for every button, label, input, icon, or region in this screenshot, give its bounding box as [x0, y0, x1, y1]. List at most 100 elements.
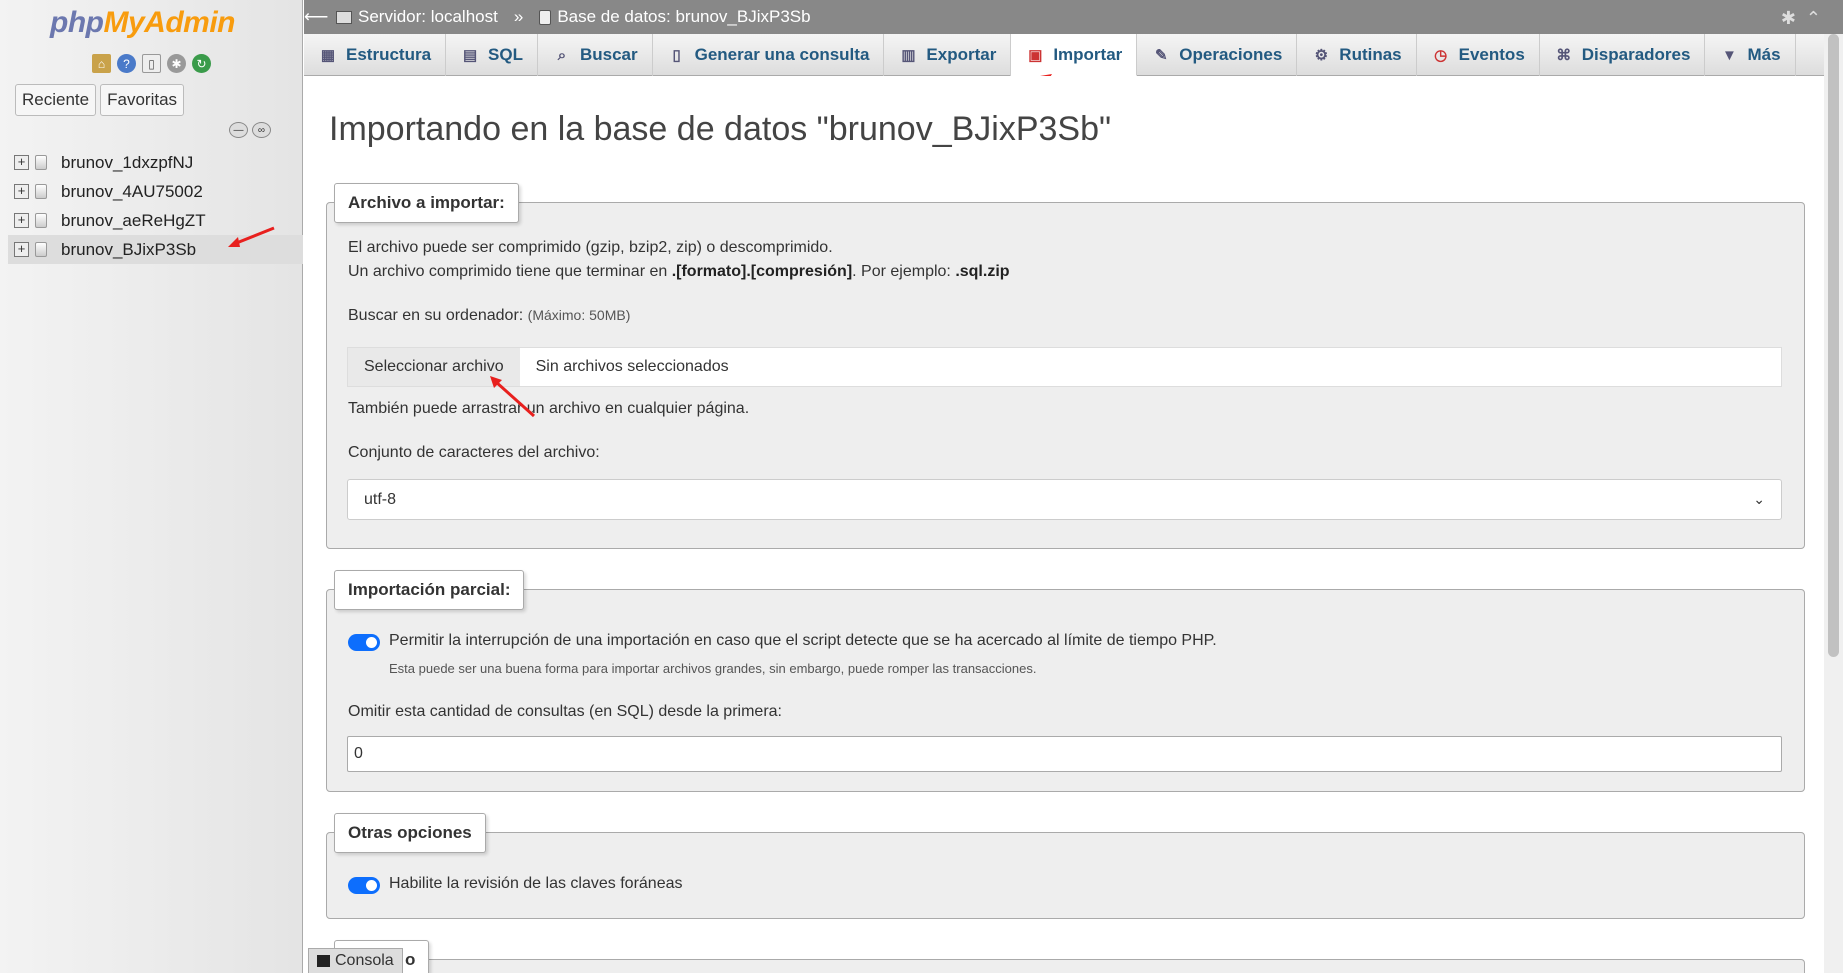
tab-label: Estructura: [346, 45, 432, 64]
wrench-icon: ✎: [1155, 47, 1168, 64]
sql-icon: ▤: [462, 47, 478, 64]
foreign-keys-label: Habilite la revisión de las claves forán…: [389, 875, 683, 892]
tab-label: SQL: [488, 45, 523, 64]
tab-label: Exportar: [926, 45, 997, 64]
skip-queries-input[interactable]: 0: [347, 736, 1782, 772]
tab-rutinas[interactable]: ⚙ Rutinas: [1297, 34, 1417, 76]
breadcrumb-database[interactable]: Base de datos: brunov_BJixP3Sb: [557, 7, 810, 27]
tab-label: Rutinas: [1339, 45, 1402, 64]
file-import-section: Archivo a importar: El archivo puede ser…: [326, 183, 1805, 549]
tab-estructura[interactable]: ▦ Estructura: [304, 34, 447, 76]
console-icon: [317, 955, 330, 967]
reload-icon[interactable]: ↻: [192, 54, 211, 73]
scrollbar-thumb[interactable]: [1828, 34, 1839, 657]
database-name[interactable]: brunov_aeReHgZT: [61, 211, 206, 231]
tree-controls: — ∞: [229, 122, 271, 138]
browse-label: Buscar en su ordenador: (Máximo: 50MB): [348, 307, 631, 324]
structure-icon: ▦: [320, 47, 336, 64]
top-right-controls: ✱ ⌃: [1781, 8, 1821, 29]
console-label: Consola: [335, 952, 394, 969]
database-item[interactable]: + brunov_4AU75002: [8, 177, 303, 206]
tab-mas[interactable]: ▼ Más: [1705, 34, 1796, 76]
home-icon[interactable]: ⌂: [92, 54, 111, 73]
foreign-keys-toggle[interactable]: [348, 877, 380, 894]
tab-label: Operaciones: [1179, 45, 1283, 64]
export-icon: ▥: [901, 47, 916, 64]
chevron-down-icon: ⌄: [1753, 491, 1765, 507]
other-options-section: Otras opciones Habilite la revisión de l…: [326, 813, 1805, 919]
routines-icon: ⚙: [1314, 47, 1329, 64]
choose-file-button[interactable]: Seleccionar archivo: [348, 348, 520, 386]
tab-label: Importar: [1053, 44, 1123, 64]
triggers-icon: ⌘: [1556, 47, 1572, 64]
database-name[interactable]: brunov_1dxzpfNJ: [61, 153, 193, 173]
breadcrumb-bar: ⟵ Servidor: localhost » Base de datos: b…: [304, 0, 1843, 34]
charset-select[interactable]: utf-8 ⌄: [347, 479, 1782, 520]
help-icon[interactable]: ?: [117, 54, 136, 73]
settings-gear-icon[interactable]: ✱: [1781, 8, 1796, 29]
sidebar-tabs: Reciente Favoritas: [15, 84, 185, 116]
collapse-all-icon[interactable]: —: [229, 122, 248, 138]
menu-tabs: ▦ Estructura ▤ SQL ⌕ Buscar ▯ Generar una co…: [304, 34, 1824, 76]
tab-sql[interactable]: ▤ SQL: [446, 34, 538, 76]
database-icon: [35, 184, 47, 199]
database-icon: [35, 242, 47, 257]
tab-favorites[interactable]: Favoritas: [100, 84, 185, 116]
phpmyadmin-logo[interactable]: phpMyAdmin: [50, 6, 235, 40]
database-name[interactable]: brunov_4AU75002: [61, 182, 203, 202]
charset-selected-value: utf-8: [364, 490, 397, 508]
link-icon[interactable]: ∞: [252, 122, 271, 138]
database-item-selected[interactable]: + brunov_BJixP3Sb: [8, 235, 303, 264]
charset-label: Conjunto de caracteres del archivo:: [348, 444, 600, 461]
drag-drop-hint: También puede arrastrar un archivo en cu…: [348, 400, 750, 417]
partial-import-section: Importación parcial: Permitir la interru…: [326, 570, 1805, 792]
database-item[interactable]: + brunov_1dxzpfNJ: [8, 148, 303, 177]
allow-interrupt-toggle[interactable]: [348, 634, 380, 651]
expand-plus-icon[interactable]: +: [14, 184, 29, 199]
tab-disparadores[interactable]: ⌘ Disparadores: [1540, 34, 1706, 76]
expand-plus-icon[interactable]: +: [14, 242, 29, 257]
console-toggle[interactable]: Consola: [308, 948, 403, 973]
collapse-sidebar-icon[interactable]: ⟵: [304, 7, 328, 27]
database-name[interactable]: brunov_BJixP3Sb: [61, 240, 196, 260]
file-input[interactable]: Seleccionar archivo Sin archivos selecci…: [347, 347, 1782, 387]
caret-down-icon: ▼: [1722, 46, 1737, 64]
compression-format-info: Un archivo comprimido tiene que terminar…: [348, 263, 1010, 280]
allow-interrupt-label: Permitir la interrupción de una importac…: [389, 632, 1217, 649]
breadcrumb: Servidor: localhost » Base de datos: bru…: [336, 7, 811, 27]
breadcrumb-separator: »: [513, 7, 524, 26]
docs-icon[interactable]: ▯: [142, 54, 161, 73]
collapse-up-icon[interactable]: ⌃: [1806, 8, 1821, 29]
format-section: o: [326, 940, 1805, 973]
server-icon: [336, 10, 352, 24]
expand-plus-icon[interactable]: +: [14, 155, 29, 170]
settings-gear-icon[interactable]: ✱: [167, 54, 186, 73]
tab-eventos[interactable]: ◷ Eventos: [1417, 34, 1540, 76]
database-icon: [539, 9, 552, 25]
tab-label: Disparadores: [1581, 45, 1691, 64]
clock-icon: ◷: [1434, 47, 1448, 64]
skip-queries-label: Omitir esta cantidad de consultas (en SQ…: [348, 703, 782, 720]
tab-label: Más: [1747, 45, 1781, 64]
database-icon: [35, 155, 47, 170]
expand-plus-icon[interactable]: +: [14, 213, 29, 228]
tab-importar[interactable]: ▣ Importar: [1011, 34, 1138, 76]
breadcrumb-server[interactable]: Servidor: localhost: [358, 7, 498, 27]
database-icon: [35, 213, 47, 228]
page-scrollbar[interactable]: [1824, 34, 1843, 973]
query-icon: ▯: [672, 47, 681, 64]
tab-exportar[interactable]: ▥ Exportar: [884, 34, 1012, 76]
tab-label: Eventos: [1458, 45, 1525, 64]
tab-generar-consulta[interactable]: ▯ Generar una consulta: [653, 34, 885, 76]
tab-operaciones[interactable]: ✎ Operaciones: [1137, 34, 1298, 76]
quick-icons: ⌂ ? ▯ ✱ ↻: [92, 54, 211, 73]
allow-interrupt-hint: Esta puede ser una buena forma para impo…: [389, 661, 1037, 676]
page-title: Importando en la base de datos "brunov_B…: [329, 110, 1112, 148]
database-tree: + brunov_1dxzpfNJ + brunov_4AU75002 + br…: [8, 148, 303, 264]
section-legend: Otras opciones: [334, 813, 486, 853]
main-content: Importando en la base de datos "brunov_B…: [304, 76, 1824, 973]
file-status-text: Sin archivos seleccionados: [535, 358, 729, 375]
tab-recent[interactable]: Reciente: [15, 84, 97, 116]
tab-buscar[interactable]: ⌕ Buscar: [538, 34, 653, 76]
database-item[interactable]: + brunov_aeReHgZT: [8, 206, 303, 235]
